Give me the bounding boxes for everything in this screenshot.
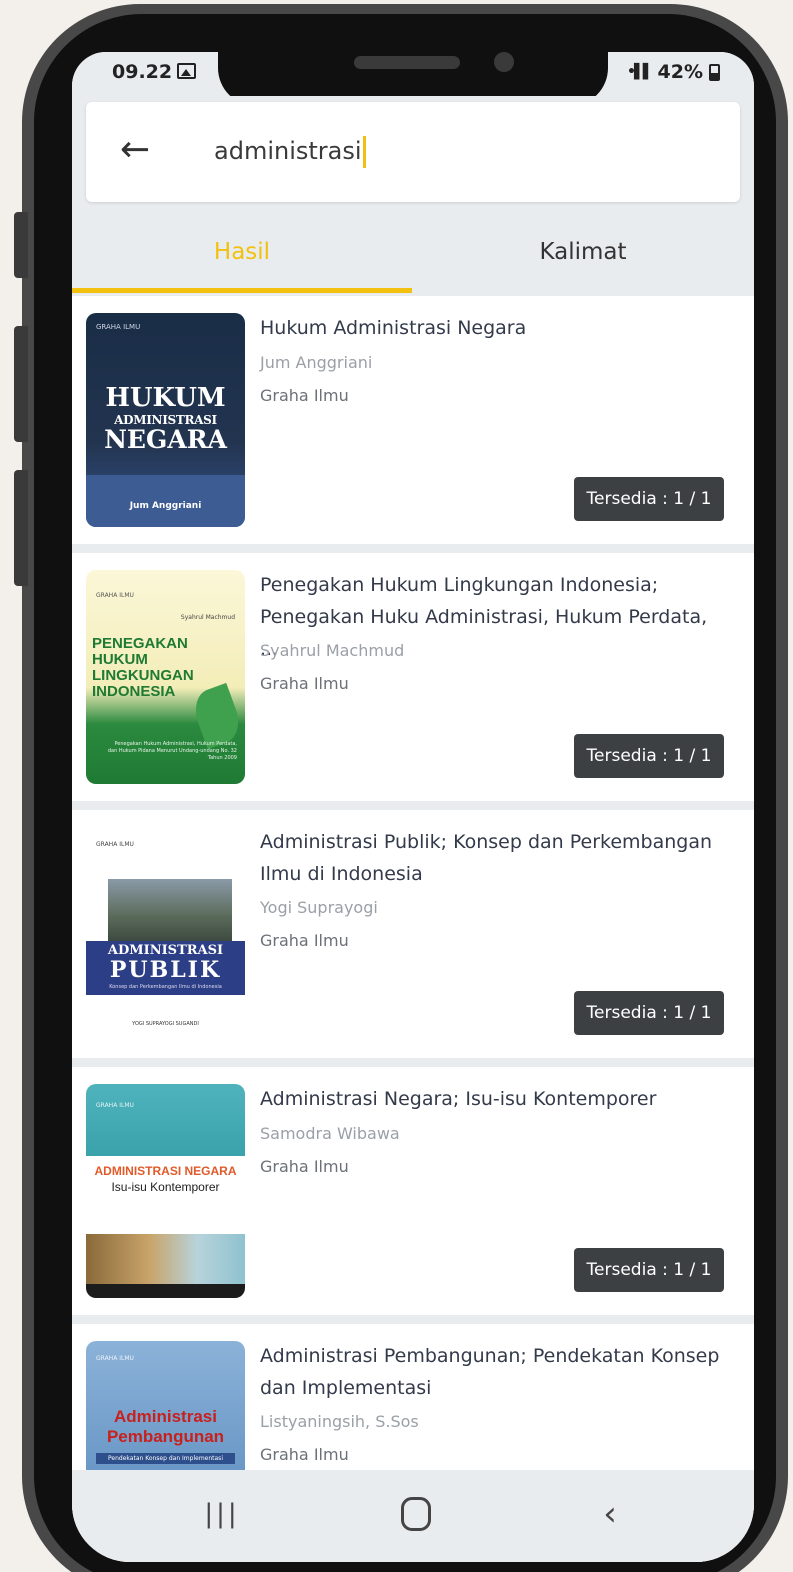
cover-title-line: ADMINISTRASI (107, 943, 224, 958)
divider (72, 1315, 754, 1324)
tab-kalimat[interactable]: Kalimat (412, 208, 754, 296)
cover-author: YOGI SUPRAYOGI SUGANDI (132, 1021, 199, 1027)
status-time: 09.22 (112, 61, 173, 83)
home-icon[interactable] (388, 1490, 444, 1538)
cover-title-line: Isu-isu Kontemporer (111, 1180, 220, 1194)
cover-header-block (86, 1084, 245, 1156)
availability-badge: Tersedia : 1 / 1 (574, 991, 724, 1035)
cover-title-line: PUBLIK (109, 957, 222, 983)
city-illustration (108, 879, 232, 941)
book-author: Jum Anggriani (260, 353, 373, 372)
book-cover: GRAHA ILMU ADMINISTRASI PUBLIK Konsep da… (86, 827, 245, 1041)
status-right: •▌▌ 42% (627, 61, 720, 83)
tab-bar: Hasil Kalimat (72, 208, 754, 296)
cover-title-line: Pembangunan (106, 1427, 225, 1446)
search-bar-area: ← administrasi (72, 96, 754, 208)
divider (72, 544, 754, 553)
book-publisher: Graha Ilmu (260, 674, 349, 693)
cover-photo (86, 1234, 245, 1284)
book-author: Yogi Suprayogi (260, 898, 378, 917)
cover-subtitle: Pendekatan Konsep dan Implementasi (96, 1453, 235, 1464)
battery-percent: 42% (657, 61, 703, 83)
back-icon[interactable]: ‹ (582, 1490, 638, 1538)
cover-title-line: INDONESIA (92, 683, 176, 700)
book-publisher: Graha Ilmu (260, 386, 349, 405)
search-box: ← administrasi (86, 102, 740, 202)
cover-title-line: PENEGAKAN (92, 635, 188, 652)
battery-icon (709, 63, 720, 81)
book-title: Administrasi Pembangunan; Pendekatan Kon… (260, 1345, 720, 1399)
cover-subtitle: Konsep dan Perkembangan Ilmu di Indonesi… (109, 984, 222, 990)
side-button (14, 212, 28, 278)
book-item[interactable]: GRAHA ILMU Syahrul Machmud PENEGAKAN HUKU… (72, 553, 754, 801)
book-title: Administrasi Negara; Isu-isu Kontemporer (260, 1088, 657, 1110)
cover-title-line: Administrasi (114, 1407, 217, 1426)
cover-title-line: HUKUM (105, 383, 226, 413)
cover-subtitle: Penegakan Hukum Administrasi, Hukum Perd… (107, 741, 237, 761)
book-publisher: Graha Ilmu (260, 1157, 349, 1176)
book-item[interactable]: GRAHA ILMU HUKUM ADMINISTRASI NEGARA Jum… (72, 296, 754, 544)
availability-badge: Tersedia : 1 / 1 (574, 1248, 724, 1292)
cover-publisher: GRAHA ILMU (96, 1355, 134, 1362)
availability-badge: Tersedia : 1 / 1 (574, 477, 724, 521)
divider (72, 801, 754, 810)
image-notification-icon (177, 63, 196, 79)
front-camera (494, 52, 514, 72)
active-tab-indicator (72, 288, 412, 293)
back-arrow-icon[interactable]: ← (120, 128, 150, 172)
volume-down-button (14, 470, 28, 586)
book-title: Hukum Administrasi Negara (260, 317, 527, 339)
book-item[interactable]: GRAHA ILMU ADMINISTRASI PUBLIK Konsep da… (72, 810, 754, 1058)
search-input[interactable]: administrasi (214, 134, 366, 168)
results-list: GRAHA ILMU HUKUM ADMINISTRASI NEGARA Jum… (72, 296, 754, 1562)
search-query: administrasi (214, 137, 362, 165)
book-author: Listyaningsih, S.Sos (260, 1412, 419, 1431)
home-button-shape (401, 1497, 431, 1531)
availability-badge: Tersedia : 1 / 1 (574, 734, 724, 778)
cover-title-line: ADMINISTRASI NEGARA (94, 1164, 237, 1178)
book-cover: GRAHA ILMU ADMINISTRASI NEGARA Isu-isu K… (86, 1084, 245, 1298)
cover-title-line: NEGARA (104, 425, 227, 454)
cover-author: Syahrul Machmud (180, 614, 235, 621)
cover-publisher: GRAHA ILMU (96, 323, 141, 331)
book-cover: GRAHA ILMU Syahrul Machmud PENEGAKAN HUKU… (86, 570, 245, 784)
cover-author: Jum Anggriani (129, 501, 202, 511)
speaker-grille (354, 56, 460, 69)
recent-apps-icon[interactable]: ||| (194, 1490, 250, 1538)
cover-publisher: GRAHA ILMU (96, 1102, 134, 1109)
cover-title-line: HUKUM LINGKUNGAN (92, 651, 194, 684)
signal-icon: •▌▌ (627, 64, 654, 80)
tab-hasil[interactable]: Hasil (72, 208, 412, 296)
book-publisher: Graha Ilmu (260, 1445, 349, 1464)
book-author: Samodra Wibawa (260, 1124, 400, 1143)
cover-footer-band (86, 1284, 245, 1298)
book-cover: GRAHA ILMU HUKUM ADMINISTRASI NEGARA Jum… (86, 313, 245, 527)
volume-up-button (14, 326, 28, 442)
text-caret (362, 136, 366, 168)
book-publisher: Graha Ilmu (260, 931, 349, 950)
book-author: Syahrul Machmud (260, 641, 405, 660)
divider (72, 1058, 754, 1067)
system-nav-bar: ||| ‹ (72, 1470, 754, 1562)
screen: 09.22 •▌▌ 42% ← administrasi Hasil Kalim… (72, 52, 754, 1562)
book-title: Administrasi Publik; Konsep dan Perkemba… (260, 831, 713, 885)
cover-publisher: GRAHA ILMU (96, 592, 134, 599)
cover-publisher: GRAHA ILMU (96, 841, 134, 848)
book-item[interactable]: GRAHA ILMU ADMINISTRASI NEGARA Isu-isu K… (72, 1067, 754, 1315)
